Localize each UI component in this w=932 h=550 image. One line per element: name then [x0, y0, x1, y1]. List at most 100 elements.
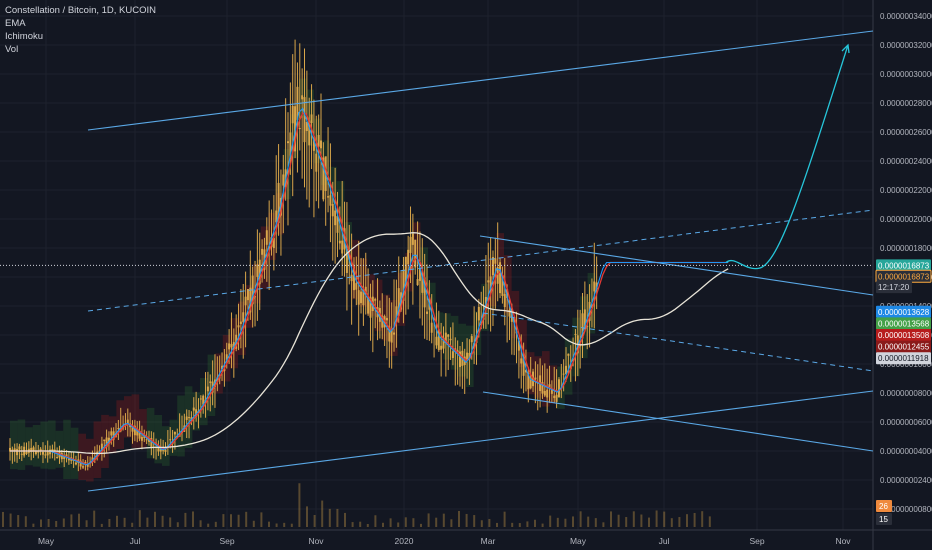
- volume-bar: [268, 521, 270, 527]
- volume-bar: [610, 511, 612, 527]
- candle-body: [338, 240, 341, 244]
- candle-body: [553, 395, 556, 399]
- candle-body: [145, 439, 148, 441]
- cloud-segment: [10, 420, 18, 470]
- candle-body: [173, 431, 176, 435]
- volume-bar: [70, 514, 73, 527]
- candle-body: [56, 457, 59, 459]
- price-badge: 0.0000016873: [876, 259, 931, 272]
- candle-body: [291, 105, 294, 124]
- price-badge-text: 12:17:20: [878, 283, 910, 292]
- volume-bar: [321, 500, 324, 527]
- price-badge: 12:17:20: [876, 281, 912, 294]
- volume-bar: [701, 511, 704, 527]
- candle-body: [593, 281, 596, 292]
- candle-body: [503, 293, 506, 308]
- candle-body: [261, 248, 264, 255]
- x-tick-label: Nov: [835, 536, 851, 546]
- price-chart[interactable]: 0.00000034000 0.00000032000 0.00000030000 0…: [0, 0, 932, 550]
- volume-bar: [214, 521, 217, 527]
- volume-bar: [298, 483, 301, 527]
- x-tick-label: Sep: [749, 536, 764, 546]
- volume-bar: [116, 515, 118, 527]
- chart-legend: Constellation / Bitcoin, 1D, KUCOIN EMA …: [5, 4, 156, 56]
- volume-badge: 26: [876, 500, 892, 512]
- candle-body: [162, 450, 165, 452]
- candle-body: [256, 264, 259, 277]
- x-tick-label: Jul: [659, 536, 670, 546]
- candle-body: [567, 353, 570, 356]
- channel-mid-line: [87, 209, 874, 312]
- volume-bar: [359, 521, 362, 527]
- candle-body: [169, 439, 172, 441]
- cloud-segment: [139, 409, 147, 449]
- legend-ema[interactable]: EMA: [5, 17, 156, 30]
- volume-bar: [336, 508, 339, 527]
- candle-body: [435, 336, 438, 346]
- volume-bar: [541, 523, 544, 527]
- y-tick-label: 0.00000002400: [880, 476, 932, 485]
- volume-bar: [366, 523, 369, 527]
- volume-bar: [374, 515, 377, 527]
- candle-body: [82, 466, 85, 468]
- volume-bar: [313, 515, 316, 527]
- volume-bar: [100, 523, 103, 527]
- volume-bar: [594, 518, 597, 527]
- candle-body: [110, 431, 113, 436]
- candle-body: [18, 446, 21, 450]
- candle-body: [543, 390, 546, 396]
- volume-bar: [146, 517, 149, 527]
- legend-ichimoku[interactable]: Ichimoku: [5, 30, 156, 43]
- candle-body: [301, 95, 304, 100]
- volume-bar: [572, 516, 574, 527]
- volume-bar: [24, 516, 27, 527]
- volume-bar: [389, 518, 392, 527]
- volume-bar: [640, 514, 643, 527]
- candle-body: [185, 416, 188, 421]
- volume-bar: [184, 512, 187, 527]
- candle-body: [520, 358, 523, 364]
- volume-bar: [154, 511, 156, 527]
- volume-bar: [2, 511, 4, 527]
- candle-body: [244, 296, 247, 306]
- volume-bar: [230, 514, 232, 527]
- candle-body: [20, 453, 23, 455]
- volume-bar: [564, 518, 567, 527]
- candle-body: [192, 407, 195, 411]
- volume-bar: [306, 506, 308, 527]
- y-tick-label: 0.00000006000: [880, 418, 932, 427]
- candle-body: [103, 439, 106, 442]
- candle-body: [477, 306, 480, 321]
- price-badge: 0.0000016873: [875, 269, 932, 283]
- volume-bar: [708, 516, 711, 527]
- volume-bar: [465, 513, 468, 527]
- volume-bar: [32, 523, 35, 527]
- volume-bar: [655, 510, 658, 527]
- volume-bar: [625, 517, 628, 527]
- volume-bar: [275, 523, 278, 527]
- volume-bar: [632, 511, 635, 527]
- cloud-segment: [443, 313, 451, 360]
- y-tick-label: 0.00000028000: [880, 99, 932, 108]
- volume-bar: [435, 517, 438, 527]
- candle-body: [246, 289, 249, 301]
- candle-body: [499, 262, 502, 294]
- volume-bar: [534, 519, 536, 527]
- volume-bar: [503, 511, 506, 527]
- candle-body: [287, 141, 290, 144]
- volume-bar: [93, 510, 96, 527]
- price-badge-text: 0.0000016873: [878, 261, 930, 270]
- price-badge-text: 0.0000016873: [878, 272, 930, 281]
- y-tick-label: 0.00000030000: [880, 70, 932, 79]
- volume-bar: [488, 518, 491, 527]
- candle-body: [426, 311, 429, 314]
- y-tick-label: 0.00000020000: [880, 215, 932, 224]
- cloud-segment: [542, 351, 550, 407]
- volume-badge-text: 15: [879, 515, 888, 524]
- volume-bar: [579, 511, 582, 527]
- volume-bar: [123, 517, 126, 527]
- candle-body: [282, 174, 285, 186]
- candle-body: [310, 114, 313, 124]
- x-tick-label: May: [570, 536, 587, 546]
- legend-vol[interactable]: Vol: [5, 43, 156, 56]
